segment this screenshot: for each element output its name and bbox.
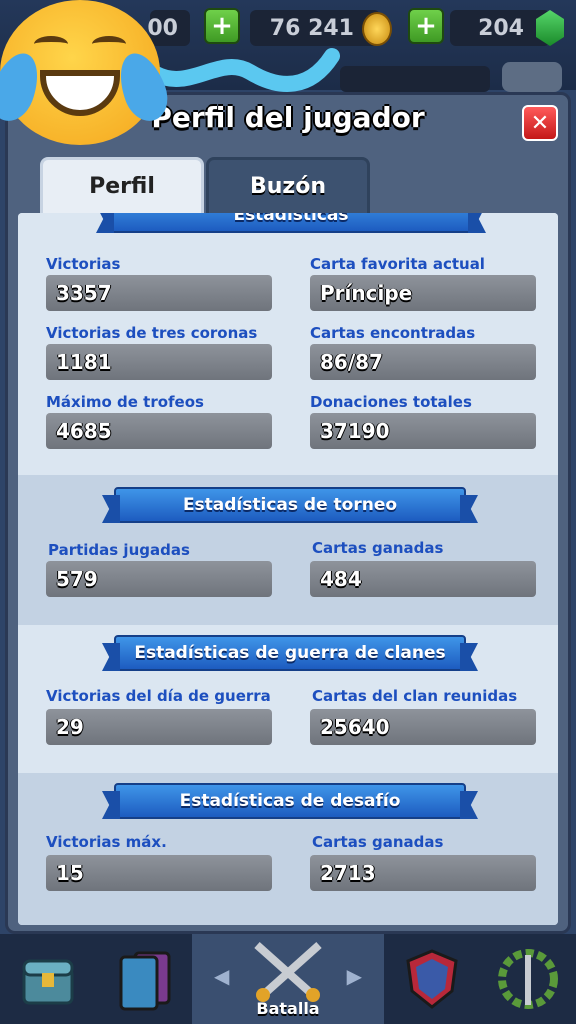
stat-value: Príncipe [310, 275, 536, 311]
nav-tournaments[interactable] [480, 934, 576, 1024]
laurel-sword-icon [498, 949, 558, 1009]
nav-right-arrow-icon[interactable]: ▶ [347, 964, 362, 988]
tournament-stats-section: Estadísticas de torneo Partidas jugadas … [18, 475, 558, 625]
stat-label: Cartas encontradas [310, 324, 476, 342]
add-resource-button[interactable]: + [204, 8, 240, 44]
crossed-swords-icon [254, 942, 322, 1002]
challenge-stats-section: Estadísticas de desafío Victorias máx. 1… [18, 773, 558, 925]
close-button[interactable]: ✕ [522, 105, 558, 141]
blue-squiggle-drawing [150, 48, 340, 92]
nav-battle[interactable]: ◀ ▶ Batalla [192, 934, 384, 1024]
stat-label: Partidas jugadas [48, 541, 190, 559]
stat-value: 579 [46, 561, 272, 597]
stat-label: Cartas del clan reunidas [312, 687, 518, 705]
stat-value: 1181 [46, 344, 272, 380]
stat-value: 86/87 [310, 344, 536, 380]
challenge-ribbon: Estadísticas de desafío [114, 783, 466, 819]
tournament-ribbon: Estadísticas de torneo [114, 487, 466, 523]
emoji-left-tear [0, 46, 47, 128]
stat-value: 4685 [46, 413, 272, 449]
gems-counter: 204 [450, 10, 550, 46]
gold-counter: 76 241 [250, 10, 380, 46]
stat-value: 29 [46, 709, 272, 745]
nav-battle-label: Batalla [256, 999, 320, 1018]
clan-shield-icon [406, 949, 458, 1009]
tab-profile[interactable]: Perfil [40, 157, 204, 213]
settings-gear-icon[interactable] [502, 62, 562, 92]
stat-label: Cartas ganadas [312, 539, 444, 557]
nav-left-arrow-icon[interactable]: ◀ [214, 964, 229, 988]
stat-label: Victorias del día de guerra [46, 687, 271, 705]
cards-icon [119, 951, 171, 1011]
stat-value: 3357 [46, 275, 272, 311]
general-stats-section: Estadísticas Victorias 3357 Carta favori… [18, 213, 558, 475]
gold-coin-icon [362, 12, 392, 46]
stat-label: Carta favorita actual [310, 255, 485, 273]
nav-shop[interactable] [0, 934, 96, 1024]
clan-war-ribbon: Estadísticas de guerra de clanes [114, 635, 466, 671]
stat-value: 484 [310, 561, 536, 597]
stat-label: Victorias [46, 255, 121, 273]
bottom-navigation: ◀ ▶ Batalla [0, 934, 576, 1024]
stat-value: 25640 [310, 709, 536, 745]
stat-label: Cartas ganadas [312, 833, 444, 851]
emoji-left-eye [34, 36, 68, 52]
nav-cards[interactable] [96, 934, 192, 1024]
stat-label: Victorias de tres coronas [46, 324, 258, 342]
emoji-mouth [40, 70, 120, 116]
clan-war-stats-section: Estadísticas de guerra de clanes Victori… [18, 625, 558, 773]
stat-label: Máximo de trofeos [46, 393, 204, 411]
add-gems-button[interactable]: + [408, 8, 444, 44]
stat-value: 15 [46, 855, 272, 891]
laughing-crying-emoji-icon [0, 0, 175, 145]
profile-content-scroll[interactable]: Estadísticas Victorias 3357 Carta favori… [18, 213, 558, 925]
stat-value: 2713 [310, 855, 536, 891]
trophy-bar [340, 66, 490, 92]
stats-ribbon: Estadísticas [108, 213, 474, 233]
emoji-right-eye [92, 36, 126, 52]
stat-value: 37190 [310, 413, 536, 449]
player-profile-modal: Perfil del jugador ✕ Perfil Buzón Estadí… [5, 92, 571, 934]
stat-label: Donaciones totales [310, 393, 472, 411]
treasure-chest-icon [22, 959, 74, 1005]
stat-label: Victorias máx. [46, 833, 167, 851]
tab-mailbox[interactable]: Buzón [206, 157, 370, 213]
resource-pill-partial: 00 [147, 10, 190, 46]
nav-clan[interactable] [384, 934, 480, 1024]
